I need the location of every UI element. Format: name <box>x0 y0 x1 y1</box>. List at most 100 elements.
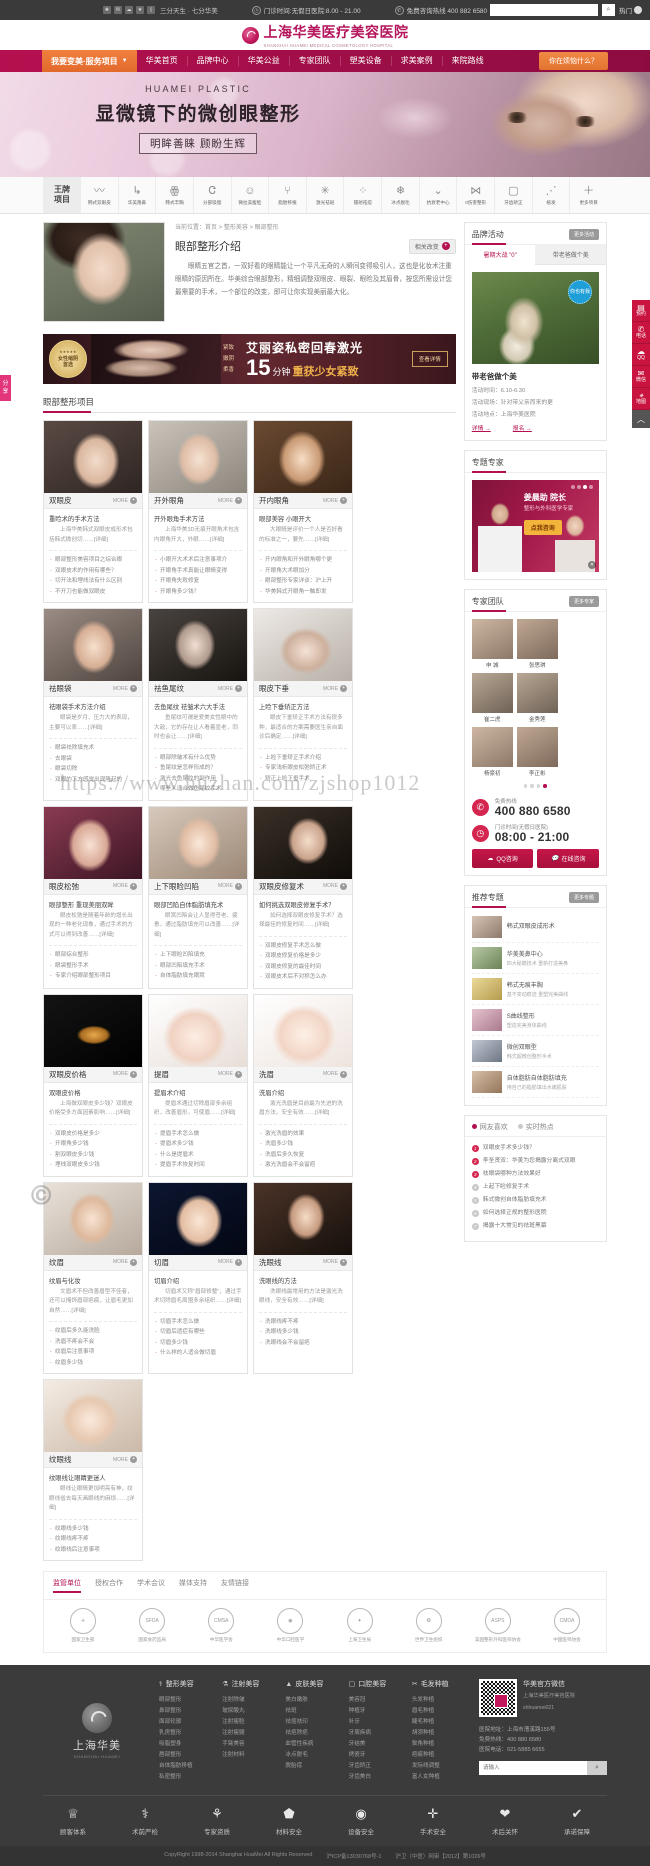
footer-link[interactable]: 种植牙 <box>349 1706 408 1717</box>
card-more-link[interactable]: MORE + <box>218 882 242 890</box>
card-link[interactable]: 眼袋祛除填充术 <box>49 743 137 754</box>
card-more-link[interactable]: MORE + <box>113 1070 137 1078</box>
card-link[interactable]: 纹眉多少钱 <box>49 1358 137 1369</box>
card-link[interactable]: 激光去鱼尾纹的副作用 <box>154 774 242 785</box>
search-icon[interactable]: ⌕ <box>587 1761 607 1775</box>
search-input[interactable] <box>490 4 598 16</box>
feature-item[interactable]: ✛ 手术安全 <box>403 1807 463 1837</box>
hot-item[interactable]: 4 上起下睑修复手术 <box>471 1181 599 1194</box>
icon-nav-item-hair-transplant[interactable]: ⋰ 植发 <box>533 177 571 213</box>
promo-detail-button[interactable]: 查看详情 <box>411 351 448 367</box>
card-link[interactable]: 眼部综合整形 <box>49 950 137 961</box>
card-link[interactable]: 眼部凹陷填充手术 <box>154 961 242 972</box>
back-to-top-button[interactable]: ︿ <box>632 410 650 428</box>
tab-netizen-favorite[interactable]: 网友喜欢 <box>471 1122 508 1132</box>
partner-item[interactable]: ✛ 国家卫生部 <box>53 1608 113 1643</box>
expert-team-more[interactable]: 更多专家 <box>568 596 599 607</box>
card-link[interactable]: 切开法和埋线法有什么区别 <box>49 576 137 587</box>
hot-item[interactable]: 5 韩式微创自体脂肪填充术 <box>471 1194 599 1207</box>
footer-link[interactable]: 牙结美 <box>349 1739 408 1750</box>
online-consult-button[interactable]: 💬 在线咨询 <box>537 848 600 868</box>
card-link[interactable]: 纹眼线多少钱 <box>49 1524 137 1535</box>
project-card[interactable]: 开外眼角 MORE + 开外眼角手术方法 上海华美3D无痕开眼角术包含内眼角开大，… <box>148 420 248 603</box>
project-card[interactable]: 纹眉 MORE + 纹眉与化妆 文眉术不但改善眉型不佳者，还可以掩饰眉部疤痕，让眉… <box>43 1181 143 1374</box>
project-card[interactable]: 切眉 MORE + 切眉介绍 切眉术又称"眉部修整"，通过手术切除眉毛周围多余组织… <box>148 1181 248 1374</box>
card-link[interactable]: 专家介绍眼部整形项目 <box>49 971 137 982</box>
card-link[interactable]: 切眉后遗症有哪些 <box>154 1327 242 1338</box>
icon-nav-item-face[interactable]: ☺ 微拉美瘦脸 <box>232 177 270 213</box>
feature-item[interactable]: ✔ 承诺保障 <box>547 1807 607 1837</box>
footer-link[interactable]: 发际线调整 <box>412 1761 471 1772</box>
list-item[interactable]: 韩式无痕丰胸 基不变动痕迹 重塑完美曲线 <box>471 974 599 1005</box>
project-card[interactable]: 洗眼线 MORE + 洗眼线的方法 洗眼线最常用的方法是激光洗眼线，安全有效……[… <box>253 1181 353 1374</box>
nav-item-charity[interactable]: 华美公益 <box>239 56 290 66</box>
icon-nav-item-breast[interactable]: ꙮ 韩式丰胸 <box>156 177 194 213</box>
card-link[interactable]: 埋线双眼皮多少钱 <box>49 1160 137 1171</box>
list-item[interactable]: 自体脂肪自体脂肪填充 用自己的脂肪填出水嫩肌肤 <box>471 1067 599 1098</box>
icon-nav-item-hair-removal[interactable]: ❄ 冰点脱毛 <box>382 177 420 213</box>
star-icon[interactable]: ★ <box>136 6 144 14</box>
qq-consult-button[interactable]: ☁ QQ咨询 <box>471 848 534 868</box>
footer-link[interactable]: 祛痘祛印 <box>285 1717 344 1728</box>
card-more-link[interactable]: MORE + <box>323 685 347 692</box>
partner-item[interactable]: CMSA 中华医学会 <box>191 1608 251 1643</box>
nav-item-home[interactable]: 华美首页 <box>137 56 188 66</box>
footer-link[interactable]: 唇部整形 <box>159 1750 218 1761</box>
partner-item[interactable]: ◉ 中华口腔医学 <box>260 1608 320 1643</box>
recommend-more[interactable]: 更多专题 <box>568 891 599 903</box>
icon-nav-item-tooth[interactable]: ▢ 牙齿矫正 <box>495 177 533 213</box>
card-more-link[interactable]: MORE + <box>113 1456 137 1463</box>
project-card[interactable]: 提眉 MORE + 提眉术介绍 提眉术通过切除眉部多余组织，改善眉形，可使眉……[… <box>148 993 248 1177</box>
card-link[interactable]: 专家浅析眼皮松弛矫正术 <box>259 763 347 774</box>
partner-item[interactable]: SFDA 国家食药监局 <box>122 1608 182 1643</box>
card-link[interactable]: 洗眼线多少钱 <box>259 1327 347 1338</box>
card-more-link[interactable]: MORE + <box>113 882 137 890</box>
partner-item[interactable]: ❂ 世界卫生组织 <box>399 1608 459 1643</box>
card-link[interactable]: 哪些人适合做鱼尾纹手术 <box>154 784 242 795</box>
project-card[interactable]: 祛鱼尾纹 MORE + 去鱼尾纹 祛皱术六大手法 鱼尾纹可谓是爱美女性眼中的大敌，… <box>148 608 248 801</box>
footer-link[interactable]: 注射瘦腿 <box>222 1728 281 1739</box>
footer-link[interactable]: 睫毛种植 <box>412 1717 471 1728</box>
list-item[interactable]: 韩式双眼皮成形术 <box>471 912 599 943</box>
card-link[interactable]: 开眼角多少钱 <box>49 1139 137 1150</box>
float-map[interactable]: ⌖ 地图 <box>632 388 650 410</box>
project-card[interactable]: 眼皮松弛 MORE + 眼部整形 重现美丽双眸 眼皮松弛是随着年龄的增长出现的一种… <box>43 805 143 989</box>
card-link[interactable]: 切眉多少钱 <box>154 1338 242 1349</box>
card-link[interactable]: 切眉手术怎么做 <box>154 1317 242 1328</box>
wechat-icon[interactable]: ✉ <box>114 6 122 14</box>
list-item[interactable]: S曲线整形 塑造完美身体曲线 <box>471 1005 599 1036</box>
expert-item[interactable]: 李正彬 <box>516 727 558 777</box>
project-card[interactable]: 上下眼睑凹陷 MORE + 眼部凹陷自体脂肪填充术 眼窝凹陷会让人显得苍老、疲惫，… <box>148 805 248 989</box>
card-link[interactable]: 双眼皮修复价格是多少 <box>259 951 347 962</box>
card-link[interactable]: 眼部整形美容项目之综合眼 <box>49 555 137 566</box>
card-more-link[interactable]: MORE + <box>218 497 242 504</box>
footer-link[interactable]: 胡须种植 <box>412 1728 471 1739</box>
related-change-button[interactable]: 相关改变 + <box>408 238 456 254</box>
hot-item[interactable]: 1 双眼皮手术多少钱？ <box>471 1142 599 1155</box>
feature-item[interactable]: ⚘ 专家资质 <box>187 1807 247 1837</box>
card-link[interactable]: 纹眼线疼不疼 <box>49 1534 137 1545</box>
feature-item[interactable]: ⚕ 术前严检 <box>115 1807 175 1837</box>
float-wechat[interactable]: ✉ 微信 <box>632 366 650 388</box>
feature-item[interactable]: ♕ 顾客体系 <box>43 1807 103 1837</box>
icon-nav-item-eyelid[interactable]: 〰韩式双眼皮 <box>81 177 119 213</box>
project-card[interactable]: 开内眼角 MORE + 眼部美容 小眼开大 大眼睛是评价一个人是否好看的标准之一，… <box>253 420 353 603</box>
expert-item[interactable]: 崔二虎 <box>471 673 513 723</box>
nav-cta-button[interactable]: 你在烦恼什么？ <box>539 52 608 70</box>
card-link[interactable]: 上下眼睑凹陷填充 <box>154 950 242 961</box>
hot-item[interactable]: 6 如何选择正规的整形医院 <box>471 1207 599 1220</box>
footer-link[interactable]: 补牙 <box>349 1717 408 1728</box>
mobile-icon[interactable]: ▯ <box>147 6 155 14</box>
footer-link[interactable]: 牙齿美白 <box>349 1772 408 1783</box>
card-link[interactable]: 开眼角多少钱？ <box>154 587 242 598</box>
social-icon-group[interactable]: ❀ ✉ ☁ ★ ▯ <box>103 6 155 14</box>
icon-nav-item-acne[interactable]: ⁘ 镭射祛痘 <box>344 177 383 213</box>
hot-item[interactable]: 7 揭露十大常见的祛斑黑幕 <box>471 1220 599 1233</box>
tab-summer[interactable]: 暑期大战 "0" <box>464 245 536 265</box>
activity-detail-link[interactable]: 详情 → <box>472 423 491 432</box>
card-link[interactable]: 开眼角手术真能让眼睛变得 <box>154 566 242 577</box>
footer-link[interactable]: 祛斑 <box>285 1706 344 1717</box>
footer-link[interactable]: 鬓角种植 <box>412 1739 471 1750</box>
share-sidebar[interactable]: 分享 <box>0 375 11 401</box>
icon-nav-item-laser[interactable]: ✳ 激光祛斑 <box>307 177 345 213</box>
